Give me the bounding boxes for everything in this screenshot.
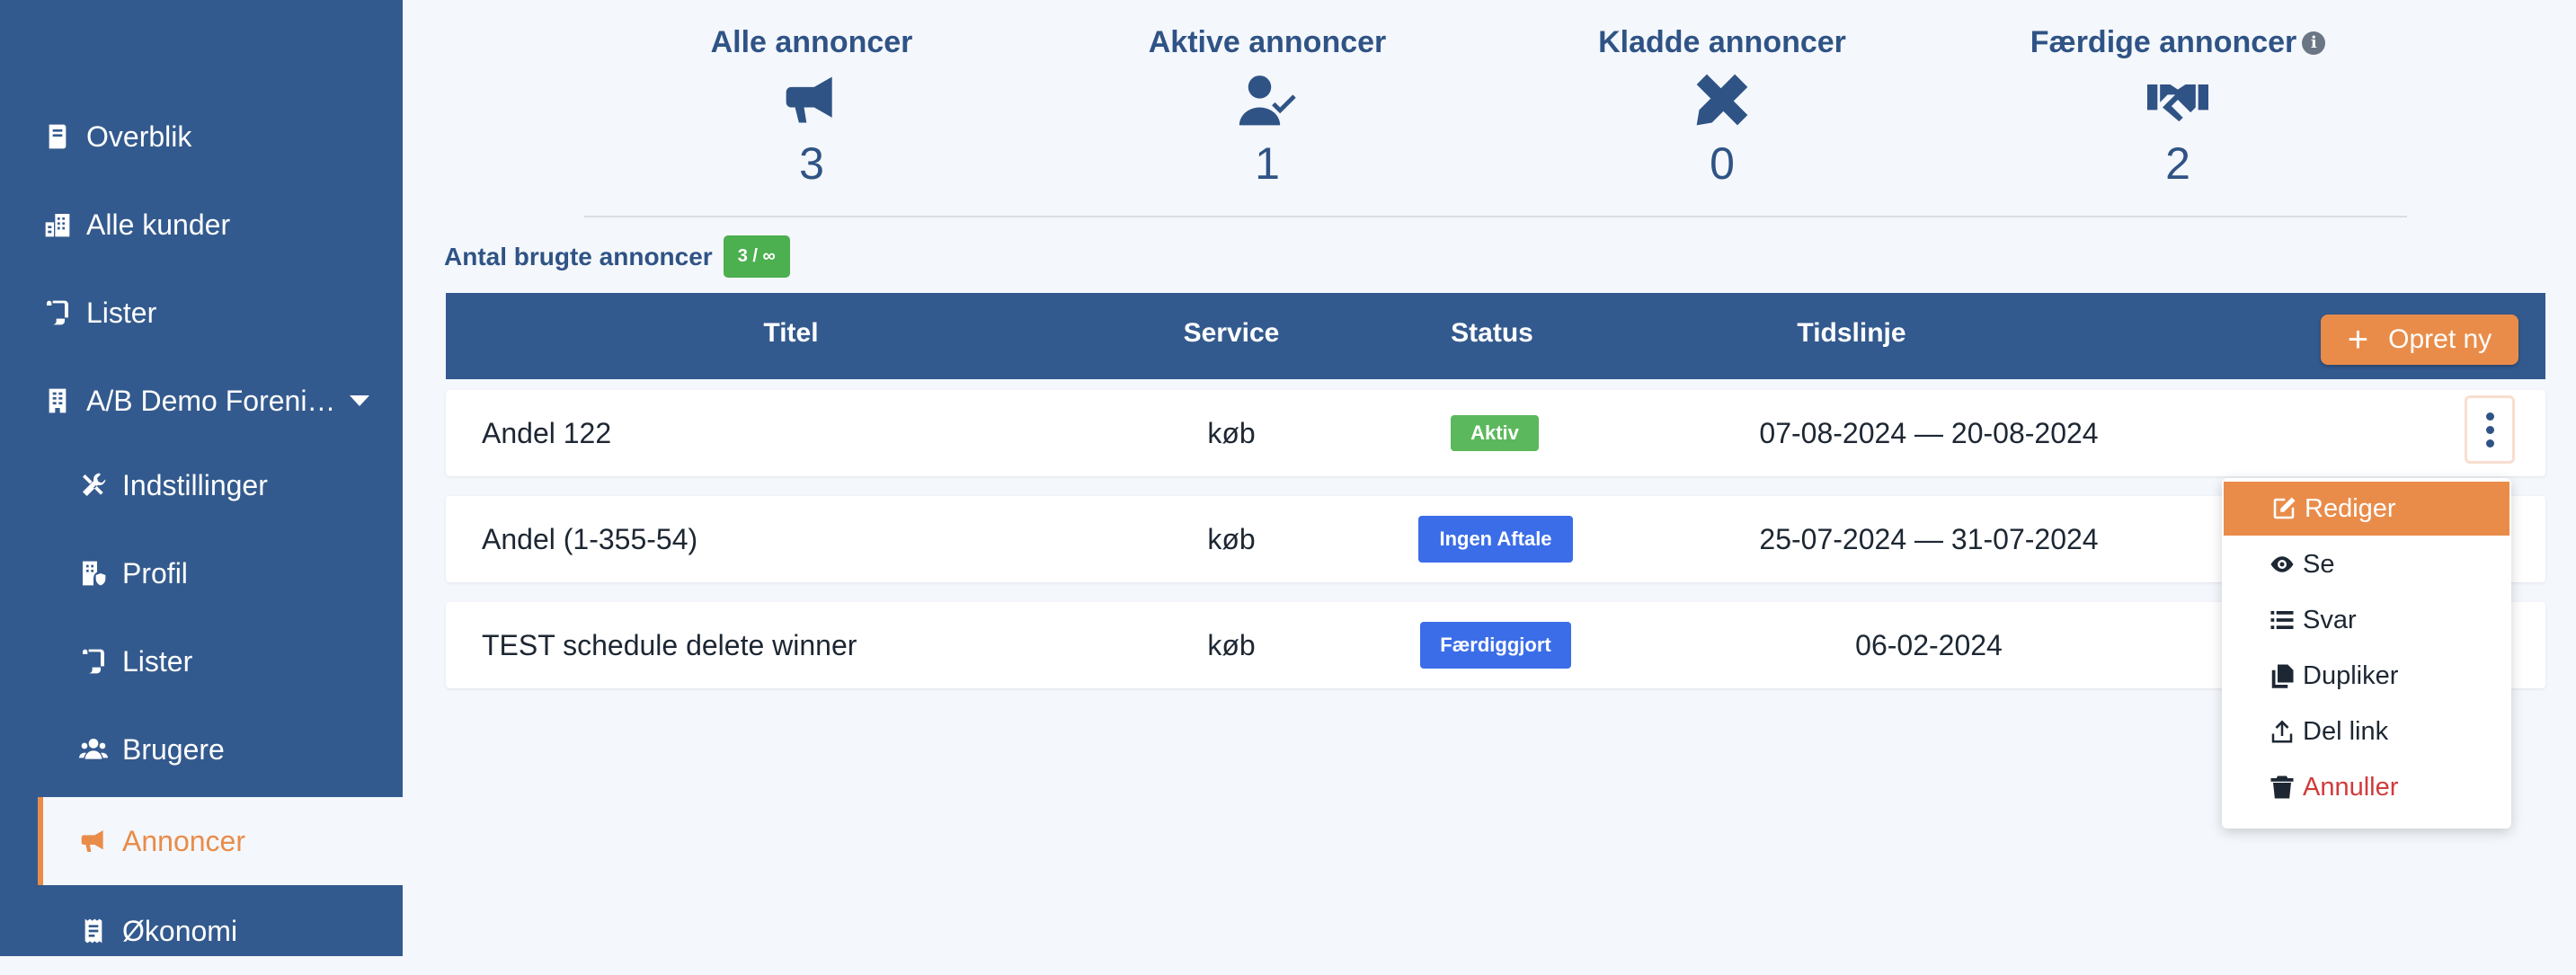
handshake-icon <box>1989 64 2367 136</box>
column-header-title[interactable]: Titel <box>566 293 1016 379</box>
plus-icon: + <box>2347 320 2369 359</box>
sidebar-item-alle-kunder[interactable]: Alle kunder <box>0 181 403 269</box>
sidebar-item-label: Lister <box>122 644 193 678</box>
sidebar-item-label: Lister <box>86 296 157 329</box>
row-title: Andel 122 <box>482 417 612 449</box>
sidebar: Overblik Alle kunder Lister A/B Demo For… <box>0 0 403 956</box>
menu-item-label: Rediger <box>2305 493 2396 523</box>
create-new-button[interactable]: + Opret ny <box>2321 315 2518 365</box>
status-badge: Færdiggjort <box>1420 622 1571 669</box>
sidebar-item-overblik[interactable]: Overblik <box>0 93 403 181</box>
row-title: TEST schedule delete winner <box>482 629 857 661</box>
column-header-status[interactable]: Status <box>1357 293 1627 379</box>
users-icon <box>76 731 111 767</box>
megaphone-icon <box>76 823 111 859</box>
kebab-icon-dot <box>2485 439 2494 448</box>
menu-item-del-link[interactable]: Del link <box>2222 705 2511 758</box>
menu-item-label: Svar <box>2303 605 2357 634</box>
table-row[interactable]: Andel 122 køb Aktiv 07-08-2024 — 20-08-2… <box>446 390 2545 476</box>
table-header: Titel Service Status Tidslinje <box>446 293 2545 379</box>
row-service: køb <box>1207 417 1256 449</box>
stat-alle-annoncer: Alle annoncer 3 <box>623 25 1000 190</box>
sidebar-item-annoncer[interactable]: Annoncer <box>38 797 403 885</box>
menu-item-dupliker[interactable]: Dupliker <box>2222 649 2511 703</box>
usage-indicator: Antal brugte annoncer 3 / ∞ <box>444 235 790 278</box>
book-icon <box>40 119 76 155</box>
pencil-ruler-icon <box>1533 64 1911 136</box>
menu-item-se[interactable]: Se <box>2222 537 2511 591</box>
trash-icon <box>2270 776 2294 799</box>
city-icon <box>40 207 76 243</box>
user-check-icon <box>1079 64 1456 136</box>
sidebar-item-indstillinger[interactable]: Indstillinger <box>0 441 403 529</box>
share-icon <box>2271 720 2293 743</box>
stat-label: Færdige annoncer <box>2030 25 2297 59</box>
row-timeline: 06-02-2024 <box>1855 629 2003 661</box>
stat-label: Alle annoncer <box>710 25 913 59</box>
divider <box>584 216 2407 217</box>
row-actions-menu: Rediger Se Svar Dupliker Del link Annull… <box>2222 478 2511 829</box>
column-header-timeline[interactable]: Tidslinje <box>1627 293 2076 379</box>
stat-label: Kladde annoncer <box>1598 25 1846 59</box>
status-badge: Ingen Aftale <box>1418 516 1573 563</box>
sidebar-item-label: Brugere <box>122 732 225 766</box>
stat-faerdige-annoncer: Færdige annoncer i 2 <box>1989 25 2367 190</box>
kebab-icon <box>2485 412 2494 421</box>
copy-icon <box>2271 664 2294 688</box>
row-actions-button[interactable] <box>2465 395 2515 464</box>
row-title: Andel (1-355-54) <box>482 523 698 555</box>
sidebar-item-label: Annoncer <box>122 824 245 857</box>
chevron-down-icon[interactable] <box>350 395 370 406</box>
stat-value: 3 <box>799 138 824 189</box>
row-timeline: 25-07-2024 — 31-07-2024 <box>1759 523 2099 555</box>
sidebar-item-label: A/B Demo Foreni… <box>86 384 336 417</box>
sidebar-item-label: Økonomi <box>122 914 238 947</box>
info-icon[interactable]: i <box>2302 31 2326 55</box>
sidebar-item-profil[interactable]: Profil <box>0 529 403 617</box>
stat-label-wrap: Færdige annoncer i <box>2030 25 2326 60</box>
sidebar-item-label: Overblik <box>86 120 192 153</box>
stat-value: 0 <box>1710 138 1735 189</box>
building-shield-icon <box>76 555 111 591</box>
usage-label: Antal brugte annoncer <box>444 242 713 270</box>
create-new-label: Opret ny <box>2388 324 2492 354</box>
eye-icon <box>2270 556 2294 572</box>
sidebar-item-okonomi[interactable]: Økonomi <box>0 887 403 975</box>
status-badge: Aktiv <box>1451 415 1539 451</box>
sidebar-item-label: Indstillinger <box>122 468 268 501</box>
menu-item-rediger[interactable]: Rediger <box>2224 482 2509 536</box>
menu-item-label: Annuller <box>2303 772 2399 802</box>
row-service: køb <box>1207 523 1256 555</box>
menu-item-label: Se <box>2303 549 2335 579</box>
sidebar-item-lister-sub[interactable]: Lister <box>0 617 403 705</box>
kebab-icon-dot <box>2485 425 2494 434</box>
scroll-icon <box>40 295 76 331</box>
menu-item-svar[interactable]: Svar <box>2222 593 2511 647</box>
list-icon <box>2270 611 2294 629</box>
menu-item-label: Del link <box>2303 716 2389 746</box>
menu-item-annuller[interactable]: Annuller <box>2222 760 2511 814</box>
edit-icon <box>2273 497 2296 519</box>
tools-icon <box>76 467 111 503</box>
sidebar-item-brugere[interactable]: Brugere <box>0 705 403 793</box>
sidebar-item-ab-demo[interactable]: A/B Demo Foreni… <box>0 357 403 445</box>
receipt-icon <box>76 913 111 949</box>
row-timeline: 07-08-2024 — 20-08-2024 <box>1759 417 2099 449</box>
menu-item-label: Dupliker <box>2303 660 2399 690</box>
stat-value: 1 <box>1255 138 1280 189</box>
column-header-service[interactable]: Service <box>1106 293 1357 379</box>
building-icon <box>40 383 76 419</box>
stat-aktive-annoncer: Aktive annoncer 1 <box>1079 25 1456 190</box>
usage-badge: 3 / ∞ <box>723 235 790 278</box>
sidebar-item-label: Alle kunder <box>86 208 231 241</box>
stat-label: Aktive annoncer <box>1148 25 1387 59</box>
stat-value: 2 <box>2165 138 2190 189</box>
megaphone-icon <box>623 64 1000 136</box>
row-service: køb <box>1207 629 1256 661</box>
sidebar-item-label: Profil <box>122 556 188 589</box>
sidebar-item-lister[interactable]: Lister <box>0 269 403 357</box>
stat-kladde-annoncer: Kladde annoncer 0 <box>1533 25 1911 190</box>
scroll-icon <box>76 643 111 679</box>
